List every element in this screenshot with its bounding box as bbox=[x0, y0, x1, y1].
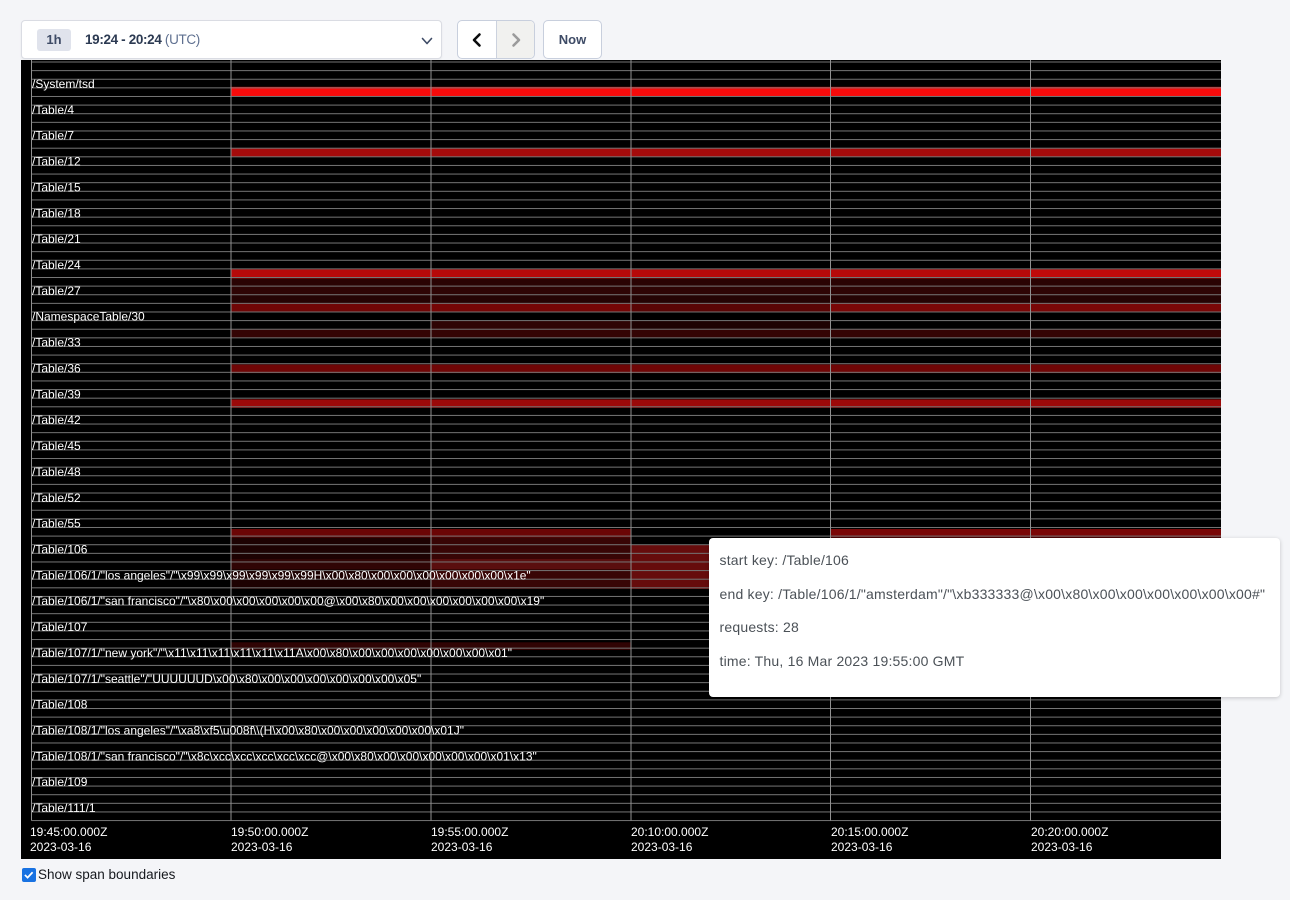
svg-text:/Table/107/1/"new york"/"\x11\: /Table/107/1/"new york"/"\x11\x11\x11\x1… bbox=[32, 646, 512, 660]
svg-text:2023-03-16: 2023-03-16 bbox=[631, 840, 693, 854]
svg-text:/Table/52: /Table/52 bbox=[32, 491, 81, 505]
svg-text:2023-03-16: 2023-03-16 bbox=[431, 840, 493, 854]
svg-text:19:50:00.000Z: 19:50:00.000Z bbox=[231, 825, 308, 839]
svg-text:/Table/42: /Table/42 bbox=[32, 413, 81, 427]
svg-text:/Table/18: /Table/18 bbox=[32, 206, 81, 220]
svg-text:2023-03-16: 2023-03-16 bbox=[1031, 840, 1093, 854]
svg-text:/Table/55: /Table/55 bbox=[32, 517, 81, 531]
svg-text:/Table/39: /Table/39 bbox=[32, 387, 81, 401]
svg-text:/Table/106/1/"los angeles"/"\x: /Table/106/1/"los angeles"/"\x99\x99\x99… bbox=[32, 568, 531, 582]
svg-text:/Table/21: /Table/21 bbox=[32, 232, 81, 246]
svg-text:19:45:00.000Z: 19:45:00.000Z bbox=[30, 825, 107, 839]
svg-text:/Table/7: /Table/7 bbox=[32, 129, 74, 143]
svg-text:2023-03-16: 2023-03-16 bbox=[831, 840, 893, 854]
svg-text:/Table/24: /Table/24 bbox=[32, 258, 81, 272]
svg-text:2023-03-16: 2023-03-16 bbox=[231, 840, 293, 854]
svg-text:/Table/107: /Table/107 bbox=[32, 620, 88, 634]
svg-text:/Table/27: /Table/27 bbox=[32, 284, 81, 298]
svg-text:/Table/33: /Table/33 bbox=[32, 336, 81, 350]
svg-text:/Table/15: /Table/15 bbox=[32, 180, 81, 194]
svg-text:2023-03-16: 2023-03-16 bbox=[30, 840, 92, 854]
svg-text:19:55:00.000Z: 19:55:00.000Z bbox=[431, 825, 508, 839]
svg-text:/Table/106: /Table/106 bbox=[32, 542, 88, 556]
svg-text:20:10:00.000Z: 20:10:00.000Z bbox=[631, 825, 708, 839]
svg-text:/NamespaceTable/30: /NamespaceTable/30 bbox=[32, 310, 145, 324]
svg-text:/Table/107/1/"seattle"/"UUUUUU: /Table/107/1/"seattle"/"UUUUUUD\x00\x80\… bbox=[32, 672, 421, 686]
svg-text:/Table/109: /Table/109 bbox=[32, 775, 88, 789]
svg-text:20:20:00.000Z: 20:20:00.000Z bbox=[1031, 825, 1108, 839]
svg-text:/Table/108/1/"san francisco"/": /Table/108/1/"san francisco"/"\x8c\xcc\x… bbox=[32, 749, 537, 763]
svg-text:20:15:00.000Z: 20:15:00.000Z bbox=[831, 825, 908, 839]
svg-text:/Table/108: /Table/108 bbox=[32, 698, 88, 712]
svg-text:/Table/108/1/"los angeles"/"\x: /Table/108/1/"los angeles"/"\xa8\xf5\u00… bbox=[32, 724, 464, 738]
svg-text:/System/tsd: /System/tsd bbox=[32, 77, 95, 91]
svg-text:/Table/48: /Table/48 bbox=[32, 465, 81, 479]
svg-text:/Table/36: /Table/36 bbox=[32, 361, 81, 375]
svg-text:/Table/106/1/"san francisco"/": /Table/106/1/"san francisco"/"\x80\x00\x… bbox=[32, 594, 544, 608]
svg-text:/Table/12: /Table/12 bbox=[32, 155, 81, 169]
svg-text:/Table/111/1: /Table/111/1 bbox=[32, 801, 96, 815]
svg-text:/Table/4: /Table/4 bbox=[32, 103, 74, 117]
svg-text:/Table/45: /Table/45 bbox=[32, 439, 81, 453]
